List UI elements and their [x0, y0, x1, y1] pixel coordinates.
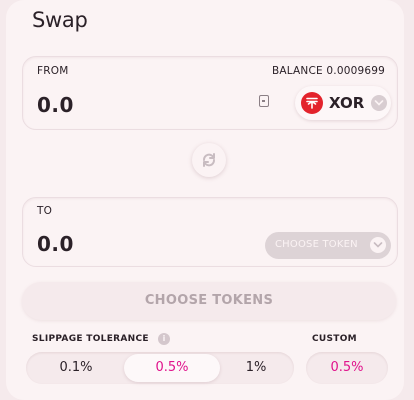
info-icon[interactable]: i — [158, 333, 170, 345]
choose-tokens-button[interactable]: CHOOSE TOKENS — [22, 282, 396, 320]
choose-token-button[interactable]: CHOOSE TOKEN — [265, 232, 391, 259]
choose-token-label: CHOOSE TOKEN — [275, 239, 358, 250]
from-panel: FROM BALANCE 0.0009699 0.0 XOR — [22, 56, 398, 130]
balance-display: BALANCE 0.0009699 — [272, 65, 385, 77]
choose-tokens-label: CHOOSE TOKENS — [144, 293, 274, 308]
wallet-icon[interactable] — [259, 95, 269, 107]
chevron-down-icon — [370, 237, 386, 253]
slippage-options: 0.1% 0.5% 1% — [26, 352, 294, 384]
page-title: Swap — [32, 8, 88, 32]
to-amount-input[interactable]: 0.0 — [37, 232, 74, 256]
swap-arrows-icon — [203, 153, 215, 167]
balance-label: BALANCE — [271, 65, 323, 77]
from-token-select[interactable]: XOR — [295, 86, 391, 120]
slippage-option[interactable]: 1% — [222, 354, 290, 382]
slippage-option[interactable]: 0.1% — [30, 354, 122, 382]
from-label: FROM — [37, 65, 69, 77]
to-panel: TO 0.0 CHOOSE TOKEN — [22, 197, 398, 267]
slippage-option-selected[interactable]: 0.5% — [124, 354, 220, 382]
chevron-down-icon — [371, 95, 387, 111]
custom-slippage-label: CUSTOM — [312, 334, 357, 344]
custom-slippage-input[interactable]: 0.5% — [306, 352, 388, 384]
from-amount-input[interactable]: 0.0 — [37, 93, 74, 117]
balance-value: 0.0009699 — [326, 65, 385, 77]
to-label: TO — [37, 205, 53, 217]
switch-tokens-button[interactable] — [192, 143, 226, 177]
swap-card: Swap FROM BALANCE 0.0009699 0.0 XOR TO 0… — [6, 0, 404, 400]
slippage-tolerance-label: SLIPPAGE TOLERANCE — [32, 334, 149, 344]
from-token-symbol: XOR — [329, 94, 365, 112]
xor-logo-icon — [301, 92, 323, 114]
